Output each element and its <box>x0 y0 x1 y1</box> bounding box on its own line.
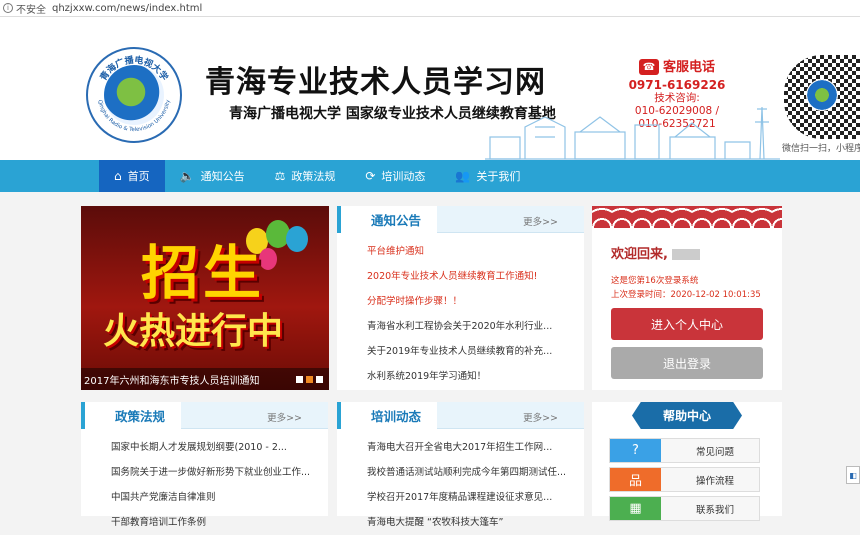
users-icon: 👥 <box>455 169 471 183</box>
banner-headline: 招生 <box>141 239 266 307</box>
nav-label: 培训动态 <box>381 170 426 183</box>
nav-item-about[interactable]: 👥 关于我们 <box>440 160 535 192</box>
logout-button[interactable]: 退出登录 <box>611 347 763 379</box>
qr-center-logo <box>806 79 838 111</box>
training-title: 培训动态 <box>337 402 438 429</box>
list-item[interactable]: 干部教育培训工作条例 <box>111 510 328 535</box>
university-logo: 青海广播电视大学 Qinghai Radio & Television Univ… <box>86 47 182 143</box>
notice-more-link[interactable]: 更多>> <box>523 214 558 228</box>
carousel-dot[interactable] <box>316 376 323 383</box>
balloon-decoration <box>286 226 308 252</box>
help-contact-button[interactable]: ▦ 联系我们 <box>609 496 760 521</box>
help-center-panel: 帮助中心 ? 常见问题 品 操作流程 ▦ 联系我们 <box>592 402 782 521</box>
carousel-dot[interactable] <box>296 376 303 383</box>
question-icon: ? <box>610 439 661 462</box>
speaker-icon: 🔈 <box>179 169 195 183</box>
building-icon: ▦ <box>610 497 661 520</box>
wechat-qr-code <box>784 55 860 139</box>
help-faq-button[interactable]: ? 常见问题 <box>609 438 760 463</box>
training-more-link[interactable]: 更多>> <box>523 410 558 424</box>
welcome-label: 欢迎回来, <box>611 247 668 262</box>
policy-panel: 政策法规 更多>> 国家中长期人才发展规划纲要(2010 - 2... 国务院关… <box>81 402 328 528</box>
login-count: 这是您第16次登录系统 <box>611 276 699 286</box>
list-item[interactable]: 青海省水利工程协会关于2020年水利行业... <box>367 314 584 339</box>
logo-emblem <box>104 65 164 125</box>
security-label: 不安全 <box>16 4 46 16</box>
flowchart-icon: 品 <box>610 468 661 491</box>
nav-item-policy[interactable]: ⚖ 政策法规 <box>260 160 351 192</box>
carousel-dots <box>296 376 323 383</box>
list-item[interactable]: 我校普通话测试站顺利完成今年第四期测试任... <box>367 460 584 485</box>
training-list: 青海电大召开全省电大2017年招生工作网... 我校普通话测试站顺利完成今年第四… <box>337 429 584 535</box>
username-redacted <box>671 249 700 260</box>
banner-subheadline: 火热进行中 <box>103 311 284 352</box>
notice-list: 平台维护通知 2020年专业技术人员继续教育工作通知! 分配学时操作步骤！！ 青… <box>337 233 584 389</box>
nav-item-notice[interactable]: 🔈 通知公告 <box>165 160 260 192</box>
list-item[interactable]: 国务院关于进一步做好新形势下就业创业工作... <box>111 460 328 485</box>
enter-personal-center-button[interactable]: 进入个人中心 <box>611 308 763 340</box>
nav-label: 政策法规 <box>291 170 336 183</box>
phone-icon: ☎ <box>638 59 659 75</box>
nav-label: 首页 <box>127 170 150 183</box>
list-item[interactable]: 分配学时操作步骤！！ <box>367 289 584 314</box>
banner-caption[interactable]: 2017年六州和海东市专技人员培训通知 <box>81 368 329 390</box>
list-item[interactable]: 平台维护通知 <box>367 239 584 264</box>
help-process-button[interactable]: 品 操作流程 <box>609 467 760 492</box>
city-skyline-illustration <box>485 106 780 160</box>
policy-more-link[interactable]: 更多>> <box>267 410 302 424</box>
login-panel: 欢迎回来, 这是您第16次登录系统 上次登录时间：2020-12-02 10:0… <box>592 206 782 390</box>
help-item-label: 常见问题 <box>695 446 734 458</box>
last-login-time: 上次登录时间：2020-12-02 10:01:35 <box>611 290 761 300</box>
list-item[interactable]: 水利系统2019年学习通知！ <box>367 364 584 389</box>
qr-caption: 微信扫一扫，小程序学 <box>782 144 860 154</box>
nav-item-home[interactable]: ⌂ 首页 <box>99 160 165 192</box>
hotline-number: 0971-6169226 <box>628 78 726 92</box>
url-text[interactable]: qhzjxxw.com/news/index.html <box>52 3 202 14</box>
list-item[interactable]: 国家中长期人才发展规划纲要(2010 - 2... <box>111 435 328 460</box>
notice-panel: 通知公告 更多>> 平台维护通知 2020年专业技术人员继续教育工作通知! 分配… <box>337 206 584 390</box>
info-icon[interactable]: i <box>3 3 13 13</box>
nav-item-training[interactable]: ⟳ 培训动态 <box>350 160 440 192</box>
nav-label: 关于我们 <box>476 170 521 183</box>
list-item[interactable]: 2020年专业技术人员继续教育工作通知! <box>367 264 584 289</box>
training-panel: 培训动态 更多>> 青海电大召开全省电大2017年招生工作网... 我校普通话测… <box>337 402 584 528</box>
welcome-text: 欢迎回来, <box>611 243 700 262</box>
notice-title: 通知公告 <box>337 206 438 233</box>
policy-list: 国家中长期人才发展规划纲要(2010 - 2... 国务院关于进一步做好新形势下… <box>81 429 328 535</box>
recruit-banner[interactable]: 招生 火热进行中 2017年六州和海东市专技人员培训通知 <box>81 206 329 390</box>
address-bar[interactable]: i 不安全 qhzjxxw.com/news/index.html <box>0 0 860 17</box>
nav-label: 通知公告 <box>200 170 245 183</box>
site-header: 青海广播电视大学 Qinghai Radio & Television Univ… <box>0 17 860 160</box>
list-item[interactable]: 中国共产党廉洁自律准则 <box>111 485 328 510</box>
main-nav: ⌂ 首页 🔈 通知公告 ⚖ 政策法规 ⟳ 培训动态 👥 关于我们 <box>0 160 860 192</box>
hotline-label: 客服电话 <box>662 59 715 75</box>
scale-icon: ⚖ <box>274 169 286 183</box>
list-item[interactable]: 青海电大提醒 “农牧科技大篷车” <box>367 510 584 535</box>
site-title: 青海专业技术人员学习网 <box>205 65 546 100</box>
help-item-label: 操作流程 <box>695 475 734 487</box>
home-icon: ⌂ <box>114 169 122 183</box>
carousel-dot[interactable] <box>306 376 313 383</box>
help-item-label: 联系我们 <box>695 504 734 516</box>
list-item[interactable]: 青海电大召开全省电大2017年招生工作网... <box>367 435 584 460</box>
help-center-title: 帮助中心 <box>632 402 742 429</box>
cloud-decoration <box>592 206 782 228</box>
list-item[interactable]: 学校召开2017年度精品课程建设征求意见... <box>367 485 584 510</box>
list-item[interactable]: 关于2019年专业技术人员继续教育的补充... <box>367 339 584 364</box>
policy-title: 政策法规 <box>81 402 182 429</box>
refresh-icon: ⟳ <box>365 169 376 183</box>
floating-side-tab[interactable]: ◧ <box>846 466 860 484</box>
